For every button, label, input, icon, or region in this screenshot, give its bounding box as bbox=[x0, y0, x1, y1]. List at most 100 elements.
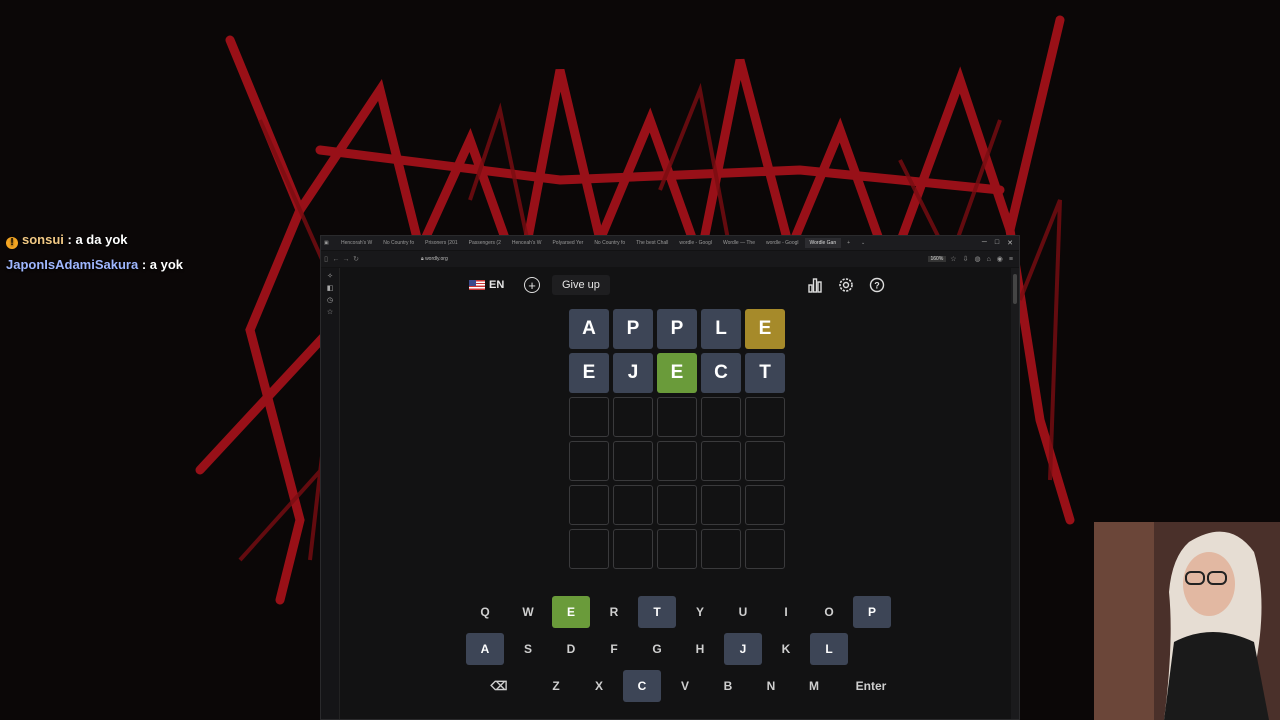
page-scrollbar[interactable] bbox=[1011, 268, 1019, 719]
moderator-badge-icon: ! bbox=[6, 237, 18, 249]
letter-tile bbox=[569, 397, 609, 437]
key-a[interactable]: A bbox=[466, 633, 504, 665]
extension-icon[interactable]: ◍ bbox=[974, 255, 980, 263]
key-v[interactable]: V bbox=[666, 670, 704, 702]
letter-tile bbox=[745, 485, 785, 525]
letter-tile bbox=[745, 397, 785, 437]
letter-tile bbox=[657, 441, 697, 481]
give-up-button[interactable]: Give up bbox=[552, 275, 610, 295]
enter-key[interactable]: Enter bbox=[838, 670, 904, 702]
pin-icon[interactable]: ✧ bbox=[321, 272, 339, 280]
browser-tab[interactable]: wordle - Googl bbox=[761, 238, 804, 248]
browser-tab[interactable]: Henceah's W bbox=[507, 238, 547, 248]
key-w[interactable]: W bbox=[509, 596, 547, 628]
letter-tile: E bbox=[569, 353, 609, 393]
back-icon[interactable]: ← bbox=[331, 256, 341, 263]
letter-tile: E bbox=[745, 309, 785, 349]
key-h[interactable]: H bbox=[681, 633, 719, 665]
letter-tile bbox=[569, 485, 609, 525]
svg-text:?: ? bbox=[874, 281, 880, 291]
key-p[interactable]: P bbox=[853, 596, 891, 628]
download-icon[interactable]: ⇩ bbox=[963, 255, 969, 263]
key-z[interactable]: Z bbox=[537, 670, 575, 702]
menu-icon[interactable]: ≡ bbox=[1009, 256, 1013, 263]
letter-tile bbox=[657, 397, 697, 437]
new-tab-button[interactable]: + bbox=[842, 238, 855, 248]
letter-tile: J bbox=[613, 353, 653, 393]
browser-tab[interactable]: Passengers (2 bbox=[464, 238, 506, 248]
chat-username: sonsui bbox=[22, 232, 64, 247]
key-n[interactable]: N bbox=[752, 670, 790, 702]
key-m[interactable]: M bbox=[795, 670, 833, 702]
history-icon[interactable]: ◷ bbox=[321, 296, 339, 304]
letter-tile: P bbox=[657, 309, 697, 349]
browser-tab[interactable]: No Country fo bbox=[378, 238, 419, 248]
keyboard-row: ASDFGHJKL bbox=[466, 633, 904, 665]
key-k[interactable]: K bbox=[767, 633, 805, 665]
key-e[interactable]: E bbox=[552, 596, 590, 628]
close-icon[interactable]: ✕ bbox=[1007, 239, 1013, 247]
letter-tile bbox=[613, 397, 653, 437]
shopping-bag-icon[interactable]: ◧ bbox=[321, 284, 339, 292]
account-icon[interactable]: ◉ bbox=[997, 255, 1003, 263]
tab-overflow-icon[interactable]: ⌄ bbox=[856, 238, 870, 248]
key-x[interactable]: X bbox=[580, 670, 618, 702]
key-q[interactable]: Q bbox=[466, 596, 504, 628]
board-row bbox=[569, 485, 785, 525]
backspace-key[interactable]: ⌫ bbox=[466, 670, 532, 702]
letter-tile bbox=[701, 397, 741, 437]
language-code: EN bbox=[489, 279, 505, 291]
game-board: APPLEEJECT bbox=[569, 309, 785, 573]
key-i[interactable]: I bbox=[767, 596, 805, 628]
board-row bbox=[569, 529, 785, 569]
letter-tile bbox=[613, 441, 653, 481]
browser-tab[interactable]: Wordle — The bbox=[718, 238, 760, 248]
letter-tile: E bbox=[657, 353, 697, 393]
browser-tab[interactable]: No Country fo bbox=[589, 238, 630, 248]
key-y[interactable]: Y bbox=[681, 596, 719, 628]
url-field[interactable]: 🔒︎ wordly.org bbox=[421, 254, 509, 264]
key-c[interactable]: C bbox=[623, 670, 661, 702]
chat-message: ! sonsui : a da yok bbox=[6, 232, 127, 249]
keyboard-row: ⌫ Z X C V B N M Enter bbox=[466, 670, 904, 702]
gear-icon[interactable] bbox=[838, 277, 854, 293]
browser-tab[interactable]: The best Chall bbox=[631, 238, 673, 248]
minimize-icon[interactable]: ─ bbox=[982, 239, 987, 247]
key-u[interactable]: U bbox=[724, 596, 762, 628]
browser-tab[interactable]: Wordle Gan bbox=[804, 238, 842, 248]
help-icon[interactable]: ? bbox=[869, 277, 885, 293]
key-s[interactable]: S bbox=[509, 633, 547, 665]
board-row bbox=[569, 441, 785, 481]
key-f[interactable]: F bbox=[595, 633, 633, 665]
forward-icon[interactable]: → bbox=[341, 256, 351, 263]
key-r[interactable]: R bbox=[595, 596, 633, 628]
browser-tab[interactable]: Prisoners (201 bbox=[420, 238, 463, 248]
key-d[interactable]: D bbox=[552, 633, 590, 665]
bookmark-star-icon[interactable]: ☆ bbox=[950, 255, 956, 263]
browser-tab[interactable]: Hencorah's W bbox=[336, 238, 377, 248]
sidebar-toggle-icon[interactable]: ▯ bbox=[321, 255, 331, 263]
key-g[interactable]: G bbox=[638, 633, 676, 665]
zoom-level[interactable]: 160% bbox=[927, 256, 947, 262]
language-selector[interactable]: EN bbox=[469, 275, 504, 295]
board-row: APPLE bbox=[569, 309, 785, 349]
key-b[interactable]: B bbox=[709, 670, 747, 702]
key-j[interactable]: J bbox=[724, 633, 762, 665]
letter-tile bbox=[701, 485, 741, 525]
maximize-icon[interactable]: □ bbox=[995, 239, 999, 247]
bookmarks-icon[interactable]: ☆ bbox=[321, 308, 339, 316]
tab-list-icon[interactable]: ▣ bbox=[321, 238, 335, 248]
key-t[interactable]: T bbox=[638, 596, 676, 628]
keyboard-row: QWERTYUIOP bbox=[466, 596, 904, 628]
statistics-icon[interactable] bbox=[807, 277, 823, 293]
shield-icon[interactable]: ⌂ bbox=[987, 256, 991, 263]
new-game-plus-icon[interactable]: + bbox=[524, 277, 540, 293]
key-l[interactable]: L bbox=[810, 633, 848, 665]
letter-tile bbox=[613, 529, 653, 569]
reload-icon[interactable]: ↻ bbox=[351, 255, 361, 263]
letter-tile bbox=[745, 441, 785, 481]
board-row bbox=[569, 397, 785, 437]
key-o[interactable]: O bbox=[810, 596, 848, 628]
browser-tab[interactable]: Polyarsed Yer bbox=[547, 238, 588, 248]
browser-tab[interactable]: wordle - Googl bbox=[674, 238, 717, 248]
